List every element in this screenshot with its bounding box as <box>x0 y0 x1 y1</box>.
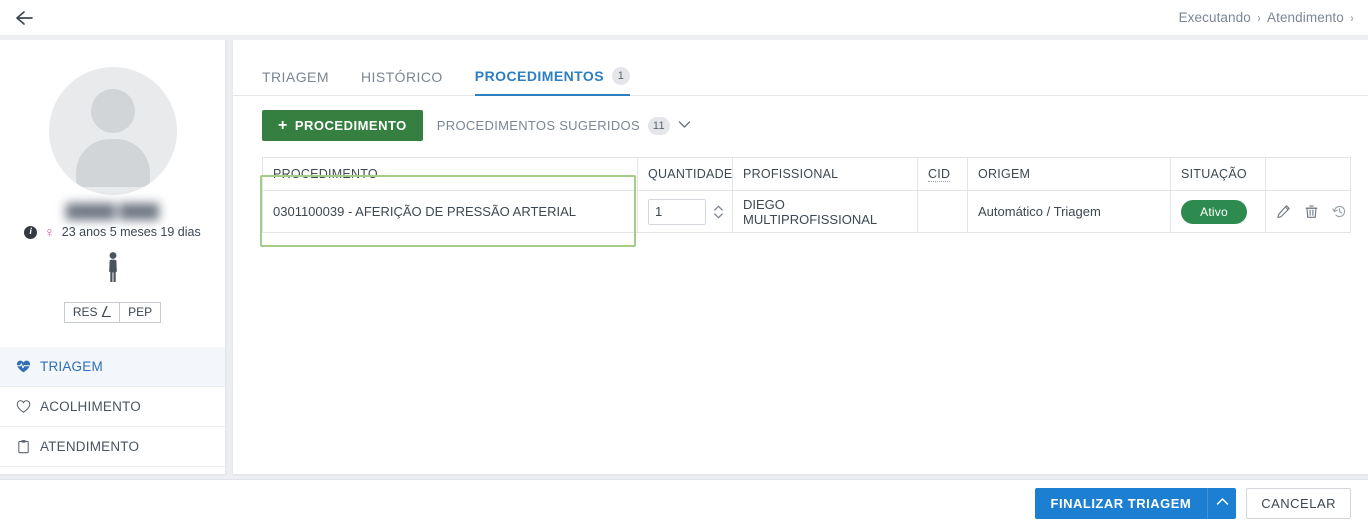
add-procedure-button[interactable]: + PROCEDIMENTO <box>262 110 423 141</box>
cell-actions <box>1265 190 1351 233</box>
add-procedure-label: PROCEDIMENTO <box>294 118 407 133</box>
tab-historico[interactable]: HISTÓRICO <box>361 69 443 95</box>
sidebar-item-label: TRIAGEM <box>40 359 103 374</box>
female-symbol-icon: ♀ <box>44 224 55 240</box>
avatar-body <box>75 139 150 187</box>
cancelar-button[interactable]: CANCELAR <box>1246 487 1351 519</box>
col-header-quantidade: QUANTIDADE <box>637 157 733 191</box>
sidebar-item-label: ATENDIMENTO <box>40 439 140 454</box>
quantity-input[interactable] <box>648 198 706 225</box>
sidebar-menu: TRIAGEM ACOLHIMENTO ATENDIMENTO <box>0 347 225 467</box>
cell-procedimento[interactable]: 0301100039 - AFERIÇÃO DE PRESSÃO ARTERIA… <box>262 190 638 233</box>
chevron-down-icon <box>678 120 691 132</box>
table-row: 0301100039 - AFERIÇÃO DE PRESSÃO ARTERIA… <box>262 190 1351 233</box>
sidebar-item-atendimento[interactable]: ATENDIMENTO <box>0 427 225 467</box>
sidebar-item-acolhimento[interactable]: ACOLHIMENTO <box>0 387 225 427</box>
external-link-icon: ⎳ <box>101 305 112 318</box>
info-icon[interactable]: i <box>24 225 38 239</box>
pep-label: PEP <box>128 305 153 319</box>
tab-label: TRIAGEM <box>262 69 329 85</box>
sidebar-item-triagem[interactable]: TRIAGEM <box>0 347 225 387</box>
col-header-situacao: SITUAÇÃO <box>1170 157 1266 191</box>
col-header-cid: CID <box>917 157 968 191</box>
plus-icon: + <box>278 116 288 134</box>
chevron-up-icon <box>1216 497 1229 509</box>
cell-origem: Automático / Triagem <box>967 190 1171 233</box>
patient-age-row: i ♀ 23 anos 5 meses 19 dias <box>0 225 225 239</box>
tab-procedimentos[interactable]: PROCEDIMENTOS 1 <box>474 67 631 96</box>
pep-button[interactable]: PEP <box>119 302 162 323</box>
tab-count-badge: 1 <box>612 67 631 85</box>
finalize-split-button: FINALIZAR TRIAGEM <box>1034 487 1237 519</box>
row-action-group <box>1276 204 1346 219</box>
patient-age-text: 23 anos 5 meses 19 dias <box>61 225 201 239</box>
heartbeat-icon <box>16 359 31 374</box>
breadcrumb-item-atendimento[interactable]: Atendimento <box>1267 10 1344 25</box>
sidebar-item-label: ACOLHIMENTO <box>40 399 141 414</box>
cell-situacao: Ativo <box>1170 190 1266 233</box>
procedures-table: PROCEDIMENTO QUANTIDADE PROFISSIONAL CID… <box>262 157 1351 233</box>
arrow-left-icon <box>13 7 35 29</box>
heart-outline-icon <box>16 399 31 414</box>
quantity-stepper <box>648 198 724 225</box>
history-restore-icon[interactable] <box>1332 204 1347 219</box>
breadcrumb-item-executando[interactable]: Executando <box>1179 10 1251 25</box>
top-bar: Executando › Atendimento › <box>0 0 1368 35</box>
col-header-origem: ORIGEM <box>967 157 1171 191</box>
patient-name: █████ ████ <box>0 203 225 220</box>
res-pep-segmented-control: RES ⎳ PEP <box>0 302 225 323</box>
cell-cid <box>917 190 968 233</box>
edit-pencil-icon[interactable] <box>1276 204 1291 219</box>
finalizar-triagem-button[interactable]: FINALIZAR TRIAGEM <box>1034 487 1208 519</box>
patient-name-text: █████ ████ <box>65 203 160 219</box>
table-header-row: PROCEDIMENTO QUANTIDADE PROFISSIONAL CID… <box>262 157 1351 191</box>
breadcrumb-separator-icon: › <box>1257 10 1261 25</box>
breadcrumb: Executando › Atendimento › <box>1179 0 1354 35</box>
cell-profissional: DIEGO MULTIPROFISSIONAL <box>732 190 918 233</box>
cell-quantidade <box>637 190 733 233</box>
tab-label: PROCEDIMENTOS <box>474 68 605 84</box>
col-header-cid-label: CID <box>928 167 951 182</box>
back-button[interactable] <box>0 0 48 35</box>
suggested-procedures-toggle[interactable]: PROCEDIMENTOS SUGERIDOS 11 <box>436 116 691 135</box>
finalizar-options-button[interactable] <box>1207 487 1237 519</box>
col-header-actions <box>1265 157 1351 191</box>
avatar-head <box>90 89 135 133</box>
app-root: Executando › Atendimento › █████ ████ i … <box>0 0 1368 526</box>
body-figure <box>0 251 225 288</box>
res-label: RES <box>72 305 98 319</box>
col-header-profissional: PROFISSIONAL <box>732 157 918 191</box>
suggested-count-badge: 11 <box>647 116 670 135</box>
table-body: 0301100039 - AFERIÇÃO DE PRESSÃO ARTERIA… <box>262 190 1351 233</box>
procedures-action-bar: + PROCEDIMENTO PROCEDIMENTOS SUGERIDOS 1… <box>233 96 1368 141</box>
avatar-container <box>0 40 225 195</box>
trash-icon[interactable] <box>1304 204 1319 219</box>
footer-bar: FINALIZAR TRIAGEM CANCELAR <box>0 479 1368 526</box>
pregnant-body-figure-icon <box>101 251 125 288</box>
suggested-procedures-label: PROCEDIMENTOS SUGERIDOS <box>436 118 640 133</box>
breadcrumb-separator-icon: › <box>1350 10 1354 25</box>
table-head: PROCEDIMENTO QUANTIDADE PROFISSIONAL CID… <box>262 157 1351 191</box>
clipboard-icon <box>16 439 31 454</box>
procedures-table-container: PROCEDIMENTO QUANTIDADE PROFISSIONAL CID… <box>262 157 1351 233</box>
person-placeholder-avatar <box>48 67 177 195</box>
stepper-arrows[interactable] <box>713 203 724 221</box>
tab-triagem[interactable]: TRIAGEM <box>262 69 329 95</box>
work-area: █████ ████ i ♀ 23 anos 5 meses 19 dias R… <box>0 35 1368 479</box>
res-button[interactable]: RES ⎳ <box>63 302 120 323</box>
patient-sidebar: █████ ████ i ♀ 23 anos 5 meses 19 dias R… <box>0 40 226 474</box>
tab-bar: TRIAGEM HISTÓRICO PROCEDIMENTOS 1 <box>233 56 1368 96</box>
procedures-panel: TRIAGEM HISTÓRICO PROCEDIMENTOS 1 + PROC… <box>233 40 1368 474</box>
status-badge: Ativo <box>1181 199 1247 224</box>
tab-label: HISTÓRICO <box>360 69 443 85</box>
col-header-procedimento: PROCEDIMENTO <box>262 157 638 191</box>
